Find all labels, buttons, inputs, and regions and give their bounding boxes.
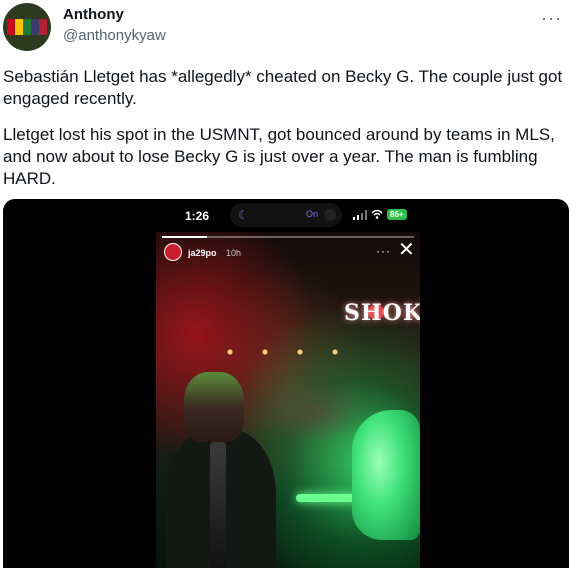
more-options-icon[interactable]: ··· [541, 8, 562, 29]
author-name[interactable]: Anthony [63, 6, 124, 23]
moon-icon: ☾ [238, 208, 249, 222]
author-handle[interactable]: @anthonykyaw [63, 27, 166, 44]
story-username[interactable]: ja29po [188, 248, 217, 258]
story-age: 10h [226, 248, 242, 258]
tweet-media-video[interactable]: 1:26 ☾ On 86+ SHOKO [3, 199, 569, 568]
crowd [256, 382, 366, 442]
ceiling-lights [216, 342, 356, 362]
wifi-icon [371, 209, 383, 219]
close-icon[interactable]: ✕ [398, 240, 415, 260]
neon-sign: SHOKO [344, 300, 420, 326]
tweet-text-paragraph-2: Lletget lost his spot in the USMNT, got … [3, 125, 555, 188]
tweet-text-paragraph-1: Sebastián Lletget has *allegedly* cheate… [3, 67, 563, 108]
focus-label: On [305, 209, 318, 219]
story-frame[interactable]: SHOKO ja29po 10h ··· ✕ [156, 232, 420, 568]
story-more-icon[interactable]: ··· [376, 244, 391, 258]
person-head [184, 372, 244, 442]
green-lit-figure [352, 410, 420, 540]
signal-icon [353, 210, 367, 220]
battery-badge: 86+ [387, 209, 407, 220]
flag-icon [7, 19, 47, 35]
phone-status-bar: 1:26 ☾ On 86+ [163, 199, 423, 231]
status-time: 1:26 [185, 209, 210, 223]
author-avatar[interactable] [3, 3, 51, 51]
story-progress-bar [162, 236, 414, 238]
dynamic-island: ☾ On [230, 203, 342, 227]
story-avatar[interactable] [164, 243, 182, 261]
story-progress-fill [162, 236, 208, 238]
camera-icon [324, 209, 336, 221]
hookah [210, 442, 226, 568]
